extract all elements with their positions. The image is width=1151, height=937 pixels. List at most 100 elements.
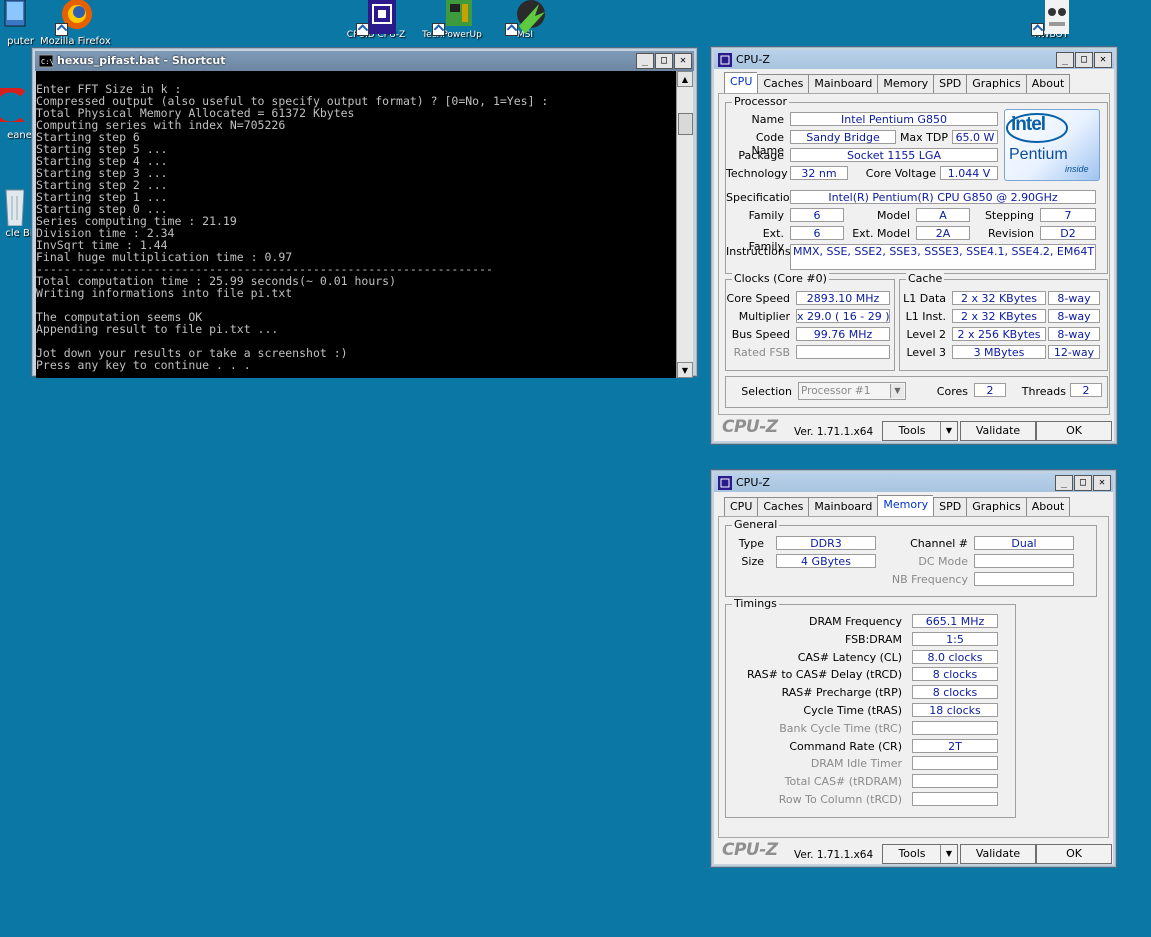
desktop-icon-cpuz[interactable]: CPUID CPU-Z	[341, 0, 411, 40]
maximize-button[interactable]: □	[1075, 52, 1093, 68]
desktop-icon-msi[interactable]: MSI	[490, 0, 560, 40]
timings-group-title: Timings	[732, 597, 779, 610]
chevron-down-icon[interactable]: ▼	[940, 422, 957, 440]
l1data-value: 2 x 32 KBytes	[952, 291, 1046, 305]
timing-label: Cycle Time (tRAS)	[803, 704, 902, 717]
timing-label: FSB:DRAM	[844, 632, 902, 646]
desktop-icon-hwbot[interactable]: HWBOT	[1016, 0, 1086, 40]
cpuz-tabs: CPU Caches Mainboard Memory SPD Graphics…	[724, 495, 1071, 517]
type-value: DDR3	[776, 536, 876, 550]
cpuz-title: CPU-Z	[736, 53, 770, 66]
l1data-label: L1 Data	[903, 292, 946, 305]
cores-value: 2	[974, 383, 1006, 397]
console-titlebar[interactable]: C:\ hexus_pifast.bat - Shortcut _ □ ✕	[35, 51, 694, 71]
inside-logo-text: inside	[1065, 164, 1089, 174]
desktop-icon-label: Mozilla Firefox	[40, 36, 111, 47]
codename-value: Sandy Bridge	[790, 130, 896, 144]
revision-value: D2	[1040, 226, 1096, 240]
l1inst-label: L1 Inst.	[905, 310, 946, 323]
console-window[interactable]: C:\ hexus_pifast.bat - Shortcut _ □ ✕ En…	[31, 47, 698, 378]
tools-button[interactable]: Tools ▼	[882, 421, 958, 441]
shortcut-arrow-icon	[505, 23, 518, 36]
tab-spd[interactable]: SPD	[933, 74, 967, 94]
level3-way-value: 12-way	[1048, 345, 1100, 359]
minimize-button[interactable]: _	[1055, 475, 1073, 491]
minimize-button[interactable]: _	[1056, 52, 1074, 68]
maximize-button[interactable]: □	[655, 53, 673, 69]
shortcut-arrow-icon	[55, 23, 68, 36]
tab-cpu[interactable]: CPU	[724, 497, 758, 517]
ok-button[interactable]: OK	[1036, 421, 1112, 441]
tab-mainboard[interactable]: Mainboard	[808, 74, 878, 94]
cpuz-cpu-window[interactable]: CPU-Z _ □ ✕ CPU Caches Mainboard Memory …	[710, 46, 1118, 445]
ok-button[interactable]: OK	[1036, 844, 1112, 864]
type-label: Type	[738, 537, 764, 550]
busspeed-label: Bus Speed	[731, 328, 790, 341]
cpuz-titlebar[interactable]: CPU-Z _ □ ✕	[714, 50, 1114, 70]
tab-graphics[interactable]: Graphics	[966, 74, 1026, 94]
chevron-down-icon: ▼	[890, 384, 904, 398]
general-group-title: General	[732, 518, 780, 531]
tools-button[interactable]: Tools ▼	[882, 844, 958, 864]
level2-value: 2 x 256 KBytes	[952, 327, 1046, 341]
clocks-group: Clocks (Core #0) Core Speed 2893.10 MHz …	[725, 272, 895, 371]
shortcut-arrow-icon	[356, 23, 369, 36]
tab-graphics[interactable]: Graphics	[966, 497, 1026, 517]
tab-caches[interactable]: Caches	[757, 497, 809, 517]
processor-group: Processor Name Intel Pentium G850 Code N…	[725, 95, 1108, 274]
desktop-icon-techpowerup[interactable]: TechPowerUp	[417, 0, 487, 40]
multiplier-label: Multiplier	[738, 310, 790, 323]
stepping-label: Stepping	[984, 209, 1034, 222]
scroll-thumb[interactable]	[678, 113, 693, 135]
timing-value: 665.1 MHz	[912, 614, 998, 628]
cpuz-app-icon	[718, 476, 732, 490]
tab-spd[interactable]: SPD	[933, 497, 967, 517]
busspeed-value: 99.76 MHz	[796, 327, 890, 341]
tools-button-label: Tools	[898, 424, 926, 437]
desktop-icon-firefox[interactable]: Mozilla Firefox	[40, 0, 111, 47]
dcmode-label: DC Mode	[918, 555, 968, 568]
package-value: Socket 1155 LGA	[790, 148, 998, 162]
tab-memory[interactable]: Memory	[877, 74, 934, 94]
tab-about[interactable]: About	[1025, 497, 1071, 517]
instructions-label: Instructions	[726, 245, 791, 258]
level3-value: 3 MBytes	[952, 345, 1046, 359]
console-scrollbar[interactable]: ▲ ▼	[676, 71, 693, 378]
cpuz-tabs: CPU Caches Mainboard Memory SPD Graphics…	[724, 72, 1071, 94]
validate-button[interactable]: Validate	[960, 421, 1036, 441]
tools-button-label: Tools	[898, 847, 926, 860]
console-output[interactable]: Enter FFT Size in k : Compressed output (…	[36, 71, 681, 378]
close-button[interactable]: ✕	[674, 53, 692, 69]
cpuz-footer-logo: CPU-Z	[722, 417, 778, 437]
cpuz-title: CPU-Z	[736, 476, 770, 489]
desktop-icon-computer[interactable]: puter	[0, 0, 42, 47]
firefox-icon	[55, 0, 95, 36]
cpuz-titlebar[interactable]: CPU-Z _ □ ✕	[714, 473, 1113, 493]
scroll-down-icon[interactable]: ▼	[677, 362, 693, 378]
close-button[interactable]: ✕	[1093, 475, 1111, 491]
memory-panel: General Type DDR3 Size 4 GBytes Channel …	[718, 516, 1109, 838]
scroll-up-icon[interactable]: ▲	[677, 71, 693, 87]
processor-select[interactable]: Processor #1 ▼	[798, 382, 906, 400]
clocks-group-title: Clocks (Core #0)	[732, 272, 829, 285]
computer-icon	[0, 0, 27, 34]
corespeed-label: Core Speed	[726, 292, 790, 305]
tab-cpu[interactable]: CPU	[724, 72, 758, 93]
cpuz-memory-window[interactable]: CPU-Z _ □ ✕ CPU Caches Mainboard Memory …	[710, 469, 1117, 868]
channel-label: Channel #	[910, 537, 968, 550]
minimize-button[interactable]: _	[636, 53, 654, 69]
tab-mainboard[interactable]: Mainboard	[808, 497, 878, 517]
ccleaner-icon	[0, 85, 26, 129]
chevron-down-icon[interactable]: ▼	[940, 845, 957, 863]
cpuz-chip-icon	[356, 0, 396, 36]
specification-label: Specification	[726, 191, 797, 204]
maximize-button[interactable]: □	[1074, 475, 1092, 491]
tab-memory[interactable]: Memory	[877, 495, 934, 516]
svg-text:C:\: C:\	[41, 58, 53, 66]
timing-value: 8.0 clocks	[912, 649, 998, 664]
close-button[interactable]: ✕	[1094, 52, 1112, 68]
tab-about[interactable]: About	[1025, 74, 1071, 94]
cpuz-client: CPU Caches Mainboard Memory SPD Graphics…	[714, 69, 1114, 441]
tab-caches[interactable]: Caches	[757, 74, 809, 94]
validate-button[interactable]: Validate	[960, 844, 1036, 864]
